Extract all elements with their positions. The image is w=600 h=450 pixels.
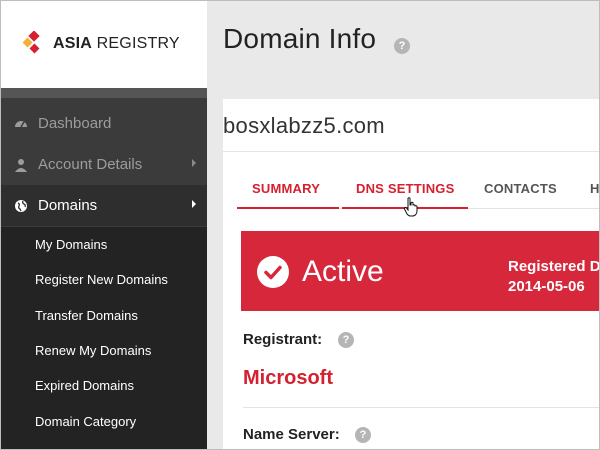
sidebar-item-label: Dashboard: [38, 115, 112, 132]
submenu-item-my-domains[interactable]: My Domains: [1, 227, 207, 262]
check-circle-icon: [257, 256, 289, 288]
help-icon[interactable]: ?: [355, 427, 371, 443]
user-icon: [14, 158, 28, 172]
sidebar-item-dashboard[interactable]: Dashboard: [1, 103, 207, 144]
main-content: Domain Info ? bosxlabzz5.com SUMMARY DNS…: [207, 1, 599, 449]
submenu-item-renew-my-domains[interactable]: Renew My Domains: [1, 333, 207, 368]
domains-submenu: My Domains Register New Domains Transfer…: [1, 227, 207, 449]
globe-icon: [14, 199, 28, 213]
submenu-item-domain-category[interactable]: Domain Category: [1, 403, 207, 438]
name-server-label: Name Server:: [243, 426, 340, 443]
help-icon[interactable]: ?: [338, 332, 354, 348]
sidebar-item-label: Account Details: [38, 156, 143, 173]
status-banner: Active Registered D 2014-05-06: [241, 231, 600, 311]
sidebar-item-domains[interactable]: Domains: [1, 185, 207, 226]
divider: [243, 407, 599, 408]
hand-cursor-icon: [403, 197, 418, 217]
tab-contacts[interactable]: CONTACTS: [484, 181, 557, 196]
brand-logo[interactable]: ASIA REGISTRY: [1, 1, 207, 88]
tab-dns-settings[interactable]: DNS SETTINGS: [356, 181, 454, 196]
tab-truncated[interactable]: H: [590, 181, 599, 196]
help-icon[interactable]: ?: [394, 38, 410, 54]
sidebar-item-account-details[interactable]: Account Details: [1, 144, 207, 185]
chevron-right-icon: [192, 200, 196, 208]
divider: [223, 151, 599, 152]
submenu-item-register-new-domains[interactable]: Register New Domains: [1, 262, 207, 297]
registrant-value[interactable]: Microsoft: [243, 367, 333, 390]
registered-date-value: 2014-05-06: [508, 278, 585, 295]
tab-summary[interactable]: SUMMARY: [252, 181, 320, 196]
status-label: Active: [302, 255, 384, 288]
tab-summary-underline: [237, 207, 339, 209]
sidebar: ASIA REGISTRY Dashboard Account Details: [1, 1, 207, 449]
submenu-item-transfer-domains[interactable]: Transfer Domains: [1, 298, 207, 333]
registered-date-label: Registered D: [508, 258, 600, 275]
registrant-label: Registrant:: [243, 331, 323, 348]
sidebar-nav: Dashboard Account Details Domains: [1, 103, 207, 226]
submenu-item-expired-domains[interactable]: Expired Domains: [1, 368, 207, 403]
page-title: Domain Info: [223, 23, 377, 54]
divider: [1, 88, 207, 98]
brand-logo-icon: [22, 31, 40, 54]
app-window: ASIA REGISTRY Dashboard Account Details: [0, 0, 600, 450]
chevron-right-icon: [192, 159, 196, 167]
domain-name: bosxlabzz5.com: [223, 113, 385, 138]
brand-name: ASIA REGISTRY: [53, 35, 180, 52]
sidebar-item-label: Domains: [38, 197, 98, 214]
dashboard-icon: [14, 117, 28, 131]
